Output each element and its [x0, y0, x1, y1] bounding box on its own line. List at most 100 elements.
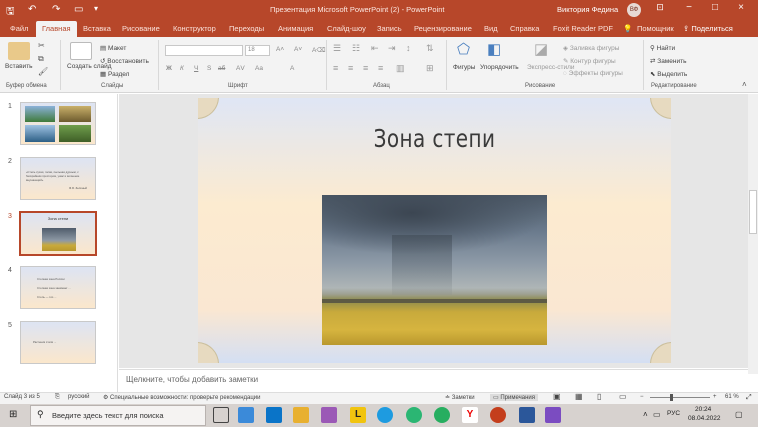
reset-button[interactable]: ↺ Восстановить [100, 57, 149, 65]
user-name[interactable]: Виктория Федина [557, 5, 618, 14]
zoom-slider-handle[interactable] [670, 394, 673, 401]
arrange-icon[interactable]: ◧ [487, 40, 501, 58]
cut-icon[interactable]: ✂ [38, 41, 45, 50]
case-button[interactable]: Аа [255, 65, 263, 72]
numbering-icon[interactable]: ☷ [352, 43, 360, 54]
align-left-icon[interactable]: ≡ [333, 63, 338, 73]
clear-format-icon[interactable]: A⌫ [312, 46, 326, 54]
lms-icon[interactable]: L [350, 407, 366, 423]
mail-icon[interactable] [266, 407, 282, 423]
tab-insert[interactable]: Вставка [83, 24, 111, 33]
file-explorer-icon[interactable] [293, 407, 309, 423]
app-icon[interactable] [545, 407, 561, 423]
slide-thumbnail-4[interactable]: Степная зона России Степная зона занимае… [20, 266, 96, 309]
tab-home[interactable]: Главная [36, 21, 77, 37]
new-slide-icon[interactable] [70, 42, 92, 60]
save-icon[interactable]: 🖫 [6, 4, 15, 21]
align-right-icon[interactable]: ≡ [363, 63, 368, 73]
arrange-button[interactable]: Упорядочить [480, 64, 519, 71]
windows-start-icon[interactable]: ⊞ [9, 409, 17, 420]
fit-slide-icon[interactable]: ⤢ [746, 394, 752, 402]
tab-animations[interactable]: Анимация [278, 24, 313, 33]
zoom-out-button[interactable]: − [640, 394, 644, 400]
slideshow-view-icon[interactable]: ▭ [619, 392, 627, 401]
tab-foxit[interactable]: Foxit Reader PDF [553, 24, 613, 33]
edge-icon[interactable] [406, 407, 422, 423]
avatar[interactable]: ВФ [627, 3, 641, 17]
redo-icon[interactable]: ↷ [52, 4, 60, 15]
shadow-button[interactable]: S [207, 65, 211, 72]
shape-fill-button[interactable]: ◈ Заливка фигуры [563, 44, 619, 52]
section-button[interactable]: ▦ Раздел [100, 70, 129, 78]
language-indicator[interactable]: РУС [667, 410, 680, 417]
shapes-button[interactable]: Фигуры [453, 64, 475, 71]
accessibility-status[interactable]: ⚙ Специальные возможности: проверьте рек… [103, 394, 261, 401]
slide-thumbnail-3[interactable]: Зона степи [19, 211, 97, 256]
tab-record[interactable]: Запись [377, 24, 402, 33]
minimize-button[interactable]: − [681, 2, 697, 13]
smartart-icon[interactable]: ⊞ [426, 63, 434, 74]
slide-thumbnail-1[interactable] [20, 102, 96, 145]
paste-icon[interactable] [8, 42, 30, 60]
copy-icon[interactable]: ⧉ [38, 54, 44, 64]
slide[interactable]: Зона степи [198, 98, 671, 363]
store-icon[interactable] [238, 407, 254, 423]
spacing-button[interactable]: АV [236, 65, 245, 72]
font-size-input[interactable]: 18 [245, 45, 270, 56]
grow-font-icon[interactable]: A˄ [276, 46, 284, 53]
zoom-slider[interactable] [650, 397, 710, 398]
notes-placeholder[interactable]: Щелкните, чтобы добавить заметки [126, 375, 258, 384]
notes-toggle[interactable]: ≐ Заметки [445, 394, 475, 401]
quick-styles-icon[interactable]: ◪ [534, 40, 548, 58]
maximize-button[interactable]: □ [707, 2, 723, 13]
shrink-font-icon[interactable]: A˅ [294, 46, 302, 53]
font-name-input[interactable] [165, 45, 243, 56]
chrome-icon[interactable] [434, 407, 450, 423]
tab-help[interactable]: Справка [510, 24, 539, 33]
ribbon-display-icon[interactable]: ⊡ [652, 2, 668, 13]
spellcheck-icon[interactable]: ⎘ [55, 394, 60, 401]
italic-button[interactable]: К [180, 65, 184, 72]
language-indicator[interactable]: русский [68, 394, 90, 400]
yandex-icon[interactable]: Y [462, 407, 478, 423]
tray-chevron-icon[interactable]: ˄ [643, 410, 648, 419]
underline-button[interactable]: Ч [194, 65, 198, 72]
slide-sorter-icon[interactable]: ▦ [575, 392, 583, 401]
layout-button[interactable]: ▤ Макет [100, 44, 126, 52]
bold-button[interactable]: Ж [166, 65, 172, 72]
shape-outline-button[interactable]: ✎ Контур фигуры [563, 57, 616, 65]
find-button[interactable]: ⚲ Найти [650, 44, 675, 52]
font-color-button[interactable]: А [290, 65, 294, 72]
powerpoint-icon[interactable] [490, 407, 506, 423]
tab-slideshow[interactable]: Слайд-шоу [327, 24, 366, 33]
line-spacing-icon[interactable]: ↕ [406, 43, 411, 53]
tab-design[interactable]: Конструктор [173, 24, 216, 33]
slide-title[interactable]: Зона степи [245, 124, 623, 153]
comments-toggle[interactable]: ▭ Примечания [490, 394, 538, 401]
format-painter-icon[interactable]: 🖌 [38, 67, 48, 76]
replace-button[interactable]: ⇄ Заменить [650, 57, 686, 65]
bullets-icon[interactable]: ☰ [333, 43, 341, 54]
tab-review[interactable]: Рецензирование [414, 24, 472, 33]
paste-button[interactable]: Вставить [5, 63, 33, 70]
customize-qat-icon[interactable]: ▾ [94, 4, 98, 13]
decrease-indent-icon[interactable]: ⇤ [371, 43, 379, 54]
columns-icon[interactable]: ▥ [396, 63, 405, 74]
word-icon[interactable] [519, 407, 535, 423]
slide-thumbnail-2[interactable]: «Степь сухая, голая, пыльная дурным, с б… [20, 157, 96, 200]
select-button[interactable]: ⬉ Выделить [650, 70, 687, 78]
clock-time[interactable]: 20:24 [695, 406, 711, 413]
tab-draw[interactable]: Рисование [122, 24, 160, 33]
tab-transitions[interactable]: Переходы [229, 24, 264, 33]
strike-button[interactable]: аб [218, 65, 225, 72]
slide-thumbnail-5[interactable]: Растения степи ... [20, 321, 96, 364]
justify-icon[interactable]: ≡ [378, 63, 383, 73]
clock-date[interactable]: 08.04.2022 [688, 415, 721, 422]
shape-effects-button[interactable]: ◌ Эффекты фигуры [563, 70, 623, 77]
zoom-in-button[interactable]: + [713, 394, 717, 400]
reading-view-icon[interactable]: ▯ [597, 392, 601, 401]
slideshow-start-icon[interactable]: ▭ [74, 4, 83, 15]
notifications-icon[interactable]: ▢ [735, 410, 743, 419]
collapse-ribbon-icon[interactable]: ˄ [742, 80, 747, 89]
app-icon[interactable] [321, 407, 337, 423]
